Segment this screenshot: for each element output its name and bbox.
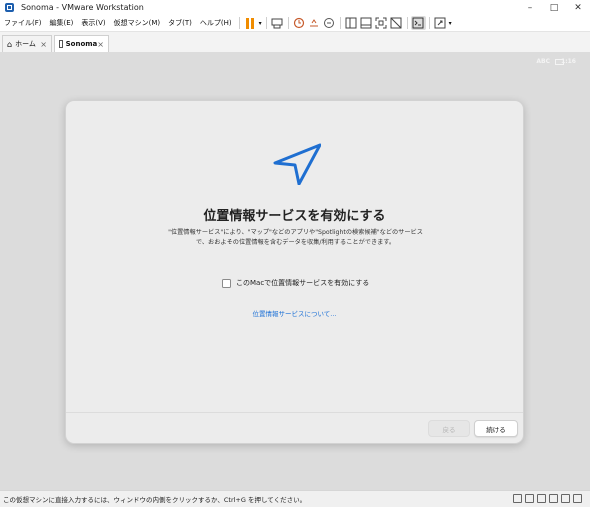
menu-vm[interactable]: 仮想マシン(M)	[110, 18, 165, 28]
menu-file[interactable]: ファイル(F)	[0, 18, 46, 28]
library-view-icon[interactable]	[344, 16, 359, 30]
window-title: Sonoma - VMware Workstation	[21, 3, 144, 12]
title-bar: Sonoma - VMware Workstation – □ ✕	[0, 0, 590, 15]
menu-bar: ファイル(F) 編集(E) 表示(V) 仮想マシン(M) タブ(T) ヘルプ(H…	[0, 15, 590, 32]
enable-location-checkbox[interactable]	[222, 278, 231, 288]
window-controls: – □ ✕	[518, 0, 590, 15]
dialog-divider	[66, 412, 523, 413]
snapshot-manager-icon[interactable]	[322, 16, 337, 30]
enable-location-label: このMacで位置情報サービスを有効にする	[236, 279, 370, 287]
pause-icon[interactable]	[243, 16, 258, 30]
status-message: この仮想マシンに直接入力するには、ウィンドウの内側をクリックするか、Ctrl+G…	[3, 496, 307, 504]
stretch-dropdown-icon[interactable]: ▾	[448, 20, 453, 27]
toolbar-separator	[428, 17, 430, 29]
send-ctrl-alt-del-icon[interactable]	[270, 16, 285, 30]
tab-sonoma[interactable]: Sonoma ×	[54, 35, 109, 52]
tab-home[interactable]: ⌂ ホーム ×	[2, 35, 52, 52]
vmware-app-icon	[5, 3, 14, 12]
status-bar: この仮想マシンに直接入力するには、ウィンドウの内側をクリックするか、Ctrl+G…	[0, 490, 590, 507]
toolbar-separator	[406, 17, 408, 29]
vm-display[interactable]: ABC 1:16 位置情報サービスを有効にする "位置情報サービス"により、"マ…	[0, 52, 590, 490]
message-icon[interactable]	[573, 494, 582, 503]
dialog-description: "位置情報サービス"により、"マップ"などのアプリや"Spotlightの検索候…	[168, 229, 423, 246]
back-button[interactable]: 戻る	[428, 420, 470, 437]
menu-view[interactable]: 表示(V)	[77, 18, 109, 28]
vm-icon	[59, 40, 63, 48]
device-icons	[510, 494, 582, 503]
toolbar-separator	[287, 17, 289, 29]
about-location-link[interactable]: 位置情報サービスについて...	[66, 308, 523, 318]
display-icon[interactable]	[561, 494, 570, 503]
vm-clock: 1:16	[561, 58, 576, 65]
hard-disk-icon[interactable]	[513, 494, 522, 503]
thumbnail-view-icon[interactable]	[359, 16, 374, 30]
toolbar-separator	[238, 17, 240, 29]
unity-icon[interactable]	[389, 16, 404, 30]
revert-snapshot-icon[interactable]	[307, 16, 322, 30]
pause-dropdown-icon[interactable]: ▾	[258, 20, 263, 27]
location-arrow-icon	[273, 143, 321, 185]
toolbar-separator	[265, 17, 267, 29]
close-tab-icon[interactable]: ×	[97, 40, 104, 49]
menu-tabs[interactable]: タブ(T)	[164, 18, 196, 28]
setup-dialog: 位置情報サービスを有効にする "位置情報サービス"により、"マップ"などのアプリ…	[65, 100, 524, 444]
close-tab-icon[interactable]: ×	[40, 40, 47, 49]
snapshot-icon[interactable]	[292, 16, 307, 30]
continue-button[interactable]: 続ける	[474, 420, 518, 437]
home-icon: ⌂	[7, 39, 13, 49]
stretch-guest-icon[interactable]	[433, 16, 448, 30]
minimize-button[interactable]: –	[518, 0, 542, 15]
menu-help[interactable]: ヘルプ(H)	[196, 18, 236, 28]
menu-edit[interactable]: 編集(E)	[46, 18, 78, 28]
toolbar-separator	[339, 17, 341, 29]
enable-location-option[interactable]: このMacで位置情報サービスを有効にする	[222, 278, 369, 288]
network-adapter-icon[interactable]	[525, 494, 534, 503]
dialog-title: 位置情報サービスを有効にする	[203, 209, 386, 224]
tab-home-label: ホーム	[15, 40, 36, 48]
console-view-icon[interactable]	[410, 16, 426, 30]
tab-sonoma-label: Sonoma	[65, 40, 98, 48]
full-screen-icon[interactable]	[374, 16, 389, 30]
keyboard-input-indicator: ABC	[536, 58, 550, 65]
usb-icon[interactable]	[537, 494, 546, 503]
tab-bar: ⌂ ホーム × Sonoma ×	[0, 32, 590, 53]
close-button[interactable]: ✕	[566, 0, 590, 15]
maximize-button[interactable]: □	[542, 0, 566, 15]
sound-card-icon[interactable]	[549, 494, 558, 503]
